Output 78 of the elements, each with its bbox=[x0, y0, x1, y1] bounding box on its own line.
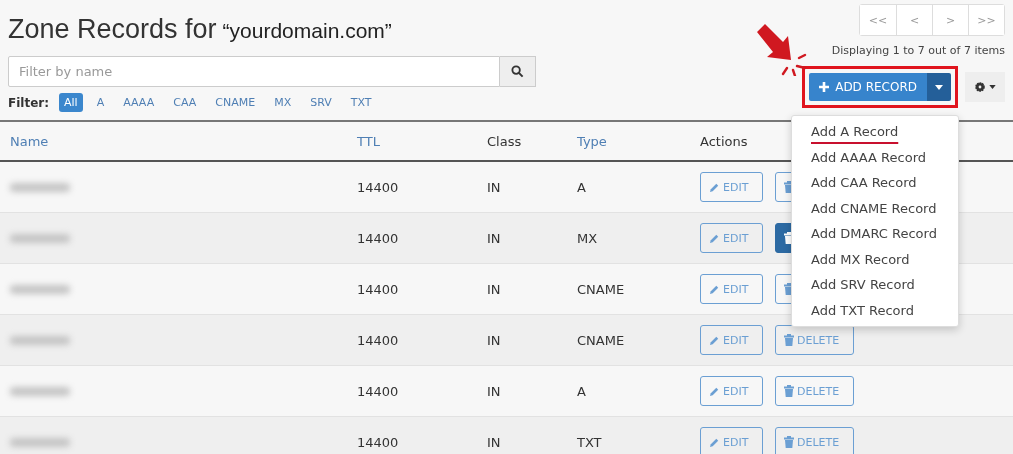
blurred-name bbox=[10, 335, 70, 345]
filter-option[interactable]: AAAA bbox=[118, 93, 160, 112]
type-cell-text: MX bbox=[576, 230, 599, 246]
ttl-cell-text: 14400 bbox=[356, 434, 400, 450]
edit-button[interactable]: EDIT bbox=[700, 172, 763, 202]
blurred-name bbox=[10, 284, 70, 294]
pencil-icon bbox=[709, 436, 720, 448]
menu-item[interactable]: Add CAA Record bbox=[792, 170, 958, 196]
class-cell-text: IN bbox=[486, 434, 502, 450]
trash-icon bbox=[784, 334, 794, 346]
ttl-cell-text: 14400 bbox=[356, 230, 400, 246]
filter-option[interactable]: TXT bbox=[345, 93, 377, 112]
settings-button[interactable] bbox=[965, 72, 1005, 102]
ttl-cell-text: 14400 bbox=[356, 332, 400, 348]
pencil-icon bbox=[709, 181, 720, 193]
type-cell-text: A bbox=[576, 383, 587, 399]
filter-option[interactable]: CNAME bbox=[210, 93, 261, 112]
filter-label: Filter: bbox=[8, 95, 49, 110]
edit-button[interactable]: EDIT bbox=[700, 427, 763, 454]
filter-option[interactable]: A bbox=[91, 93, 110, 112]
type-cell-text: CNAME bbox=[576, 332, 626, 348]
pencil-icon bbox=[709, 334, 720, 346]
column-header[interactable]: TTL bbox=[347, 133, 477, 149]
blurred-name bbox=[10, 182, 70, 192]
class-cell-text: IN bbox=[486, 332, 502, 348]
pencil-icon bbox=[709, 283, 720, 295]
menu-item[interactable]: Add CNAME Record bbox=[792, 195, 958, 221]
pencil-icon bbox=[709, 385, 720, 397]
search-button[interactable] bbox=[500, 56, 536, 87]
filter-option[interactable]: MX bbox=[269, 93, 297, 112]
ttl-cell-text: 14400 bbox=[356, 281, 400, 297]
pagination-status: Displaying 1 to 7 out of 7 items bbox=[831, 44, 1005, 57]
search-field[interactable]: Filter by name bbox=[8, 56, 500, 87]
menu-item[interactable]: Add SRV Record bbox=[792, 272, 958, 298]
column-header: Actions bbox=[699, 133, 749, 149]
trash-icon bbox=[784, 385, 794, 397]
type-cell-text: CNAME bbox=[576, 281, 626, 297]
add-record-button[interactable]: ADD RECORD bbox=[809, 73, 927, 101]
menu-item[interactable]: Add A Record bbox=[792, 119, 958, 145]
blurred-name bbox=[10, 233, 70, 243]
plus-icon bbox=[819, 82, 830, 92]
blurred-name bbox=[10, 386, 70, 396]
gear-icon bbox=[974, 81, 986, 93]
ttl-cell-text: 14400 bbox=[356, 179, 400, 195]
class-cell-text: IN bbox=[486, 179, 502, 195]
edit-button[interactable]: EDIT bbox=[700, 325, 763, 355]
ttl-cell-text: 14400 bbox=[356, 383, 400, 399]
column-header: Class bbox=[486, 133, 523, 149]
search-icon bbox=[511, 65, 524, 78]
filter-option[interactable]: SRV bbox=[305, 93, 337, 112]
type-cell-text: A bbox=[576, 179, 587, 195]
menu-item[interactable]: Add MX Record bbox=[792, 246, 958, 272]
edit-button[interactable]: EDIT bbox=[700, 274, 763, 304]
delete-button[interactable]: DELETE bbox=[775, 376, 854, 406]
delete-button[interactable]: DELETE bbox=[775, 427, 854, 454]
caret-icon bbox=[935, 84, 943, 90]
trash-icon bbox=[784, 436, 794, 448]
pencil-icon bbox=[709, 232, 720, 244]
class-cell-text: IN bbox=[486, 230, 502, 246]
filter-option[interactable]: All bbox=[59, 93, 83, 112]
dropdown-toggle[interactable] bbox=[927, 73, 951, 101]
column-header[interactable]: Type bbox=[567, 133, 690, 149]
edit-button[interactable]: EDIT bbox=[700, 376, 763, 406]
arrow-annotation bbox=[757, 24, 807, 76]
page-title: Zone Records for bbox=[8, 14, 217, 45]
pager-button[interactable]: >> bbox=[968, 5, 1004, 35]
edit-button[interactable]: EDIT bbox=[700, 223, 763, 253]
caret-icon bbox=[989, 85, 996, 89]
menu-item[interactable]: Add AAAA Record bbox=[792, 144, 958, 170]
class-cell-text: IN bbox=[486, 383, 502, 399]
blurred-name bbox=[10, 437, 70, 447]
menu-item[interactable]: Add DMARC Record bbox=[792, 221, 958, 247]
menu-item[interactable]: Add TXT Record bbox=[792, 297, 958, 323]
type-cell-text: TXT bbox=[576, 434, 603, 450]
class-cell-text: IN bbox=[486, 281, 502, 297]
filter-option[interactable]: CAA bbox=[168, 93, 202, 112]
domain-name: “yourdomain.com” bbox=[222, 19, 392, 43]
column-header[interactable]: Name bbox=[0, 133, 347, 149]
